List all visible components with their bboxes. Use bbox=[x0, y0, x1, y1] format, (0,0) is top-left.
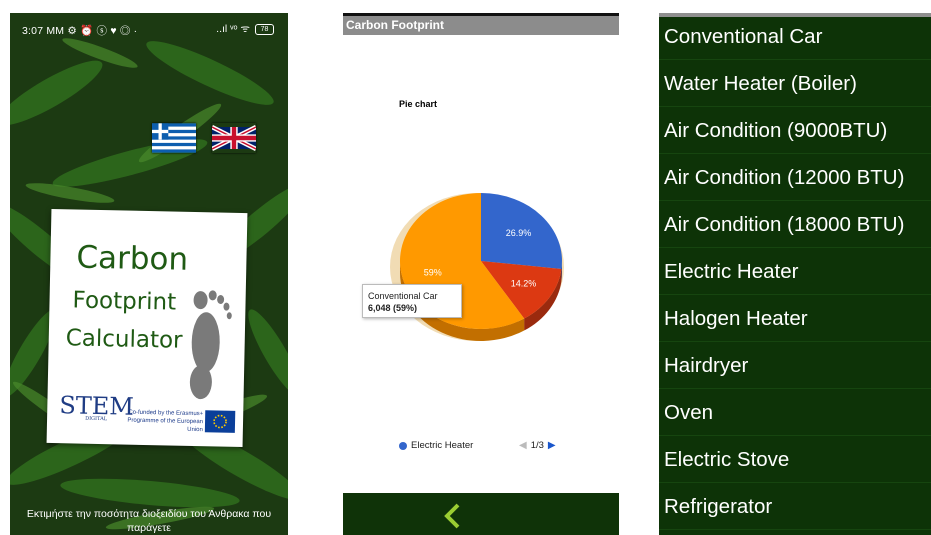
list-item[interactable]: Electric Heater bbox=[659, 249, 931, 295]
list-item[interactable]: Electric Stove bbox=[659, 437, 931, 483]
chart-screen: Carbon Footprint Pie chart 26.9% 14.2% 59%… bbox=[343, 13, 619, 535]
list-item[interactable]: Air Condition (9000BTU) bbox=[659, 108, 931, 154]
list-item[interactable]: Halogen Heater bbox=[659, 296, 931, 342]
legend-label: Electric Heater bbox=[411, 440, 474, 451]
greece-flag-button[interactable] bbox=[152, 123, 196, 153]
pie-chart[interactable]: 26.9% 14.2% 59% bbox=[343, 13, 619, 493]
back-chevron-icon[interactable] bbox=[443, 503, 463, 529]
list-item[interactable]: Hairdryer bbox=[659, 343, 931, 389]
pie-slice-label: 14.2% bbox=[511, 279, 537, 289]
list-item[interactable]: Air Condition (12000 BTU) bbox=[659, 155, 931, 201]
next-page-icon[interactable]: ▶ bbox=[548, 440, 556, 451]
splash-screen: 3:07 MM ⚙ ⏰ ⓢ ♥ ◎ · ..ıl ᵛᵒ ᯤ 78 Carbon … bbox=[10, 13, 288, 535]
pager-text: 1/3 bbox=[530, 440, 544, 451]
list-item[interactable]: Air Condition (18000 BTU) bbox=[659, 202, 931, 248]
footprint-icon bbox=[189, 290, 232, 400]
pie-slice-label: 59% bbox=[424, 268, 442, 278]
uk-flag-icon bbox=[212, 125, 256, 151]
chart-tooltip: Conventional Car 6,048 (59%) bbox=[362, 284, 462, 318]
title-line-3: Calculator bbox=[65, 325, 183, 354]
legend-pager: ◀ 1/3 ▶ bbox=[519, 440, 556, 451]
pie-slice-label: 26.9% bbox=[506, 228, 532, 238]
status-time: 3:07 MM bbox=[22, 25, 65, 37]
list-item[interactable]: Conventional Car bbox=[659, 14, 931, 60]
appliance-list-screen: Conventional Car Water Heater (Boiler) Air… bbox=[659, 13, 931, 535]
greece-flag-icon bbox=[152, 123, 196, 153]
list-item[interactable]: Water Heater (Boiler) bbox=[659, 61, 931, 107]
logo-card: Carbon Footprint Calculator STEM DIGITAL … bbox=[46, 208, 248, 448]
status-bar: 3:07 MM ⚙ ⏰ ⓢ ♥ ◎ · ..ıl ᵛᵒ ᯤ 78 bbox=[10, 13, 288, 43]
bottom-nav-bar bbox=[343, 493, 619, 535]
battery-icon: 78 bbox=[255, 23, 274, 35]
prev-page-icon[interactable]: ◀ bbox=[519, 440, 527, 451]
cofunded-text: Co-funded by the Erasmus+ Programme of t… bbox=[127, 409, 204, 434]
legend-dot bbox=[399, 441, 407, 450]
tagline: Εκτιμήστε την ποσότητα διοξειδίου του Άν… bbox=[26, 508, 272, 534]
title-line-1: Carbon bbox=[76, 239, 189, 278]
signal-icon: ..ıl ᵛᵒ ᯤ bbox=[216, 23, 250, 35]
status-icons-left: ⚙ ⏰ ⓢ ♥ ◎ · bbox=[67, 25, 138, 37]
uk-flag-button[interactable] bbox=[212, 123, 256, 153]
list-item[interactable]: Oven bbox=[659, 390, 931, 436]
list-item[interactable]: Refrigerator bbox=[659, 484, 931, 530]
tooltip-value: 6,048 (59%) bbox=[368, 303, 418, 313]
title-line-2: Footprint bbox=[72, 287, 177, 316]
chart-legend[interactable]: Electric Heater bbox=[399, 440, 473, 451]
tooltip-label: Conventional Car bbox=[368, 291, 438, 301]
eu-flag-icon bbox=[204, 410, 236, 433]
